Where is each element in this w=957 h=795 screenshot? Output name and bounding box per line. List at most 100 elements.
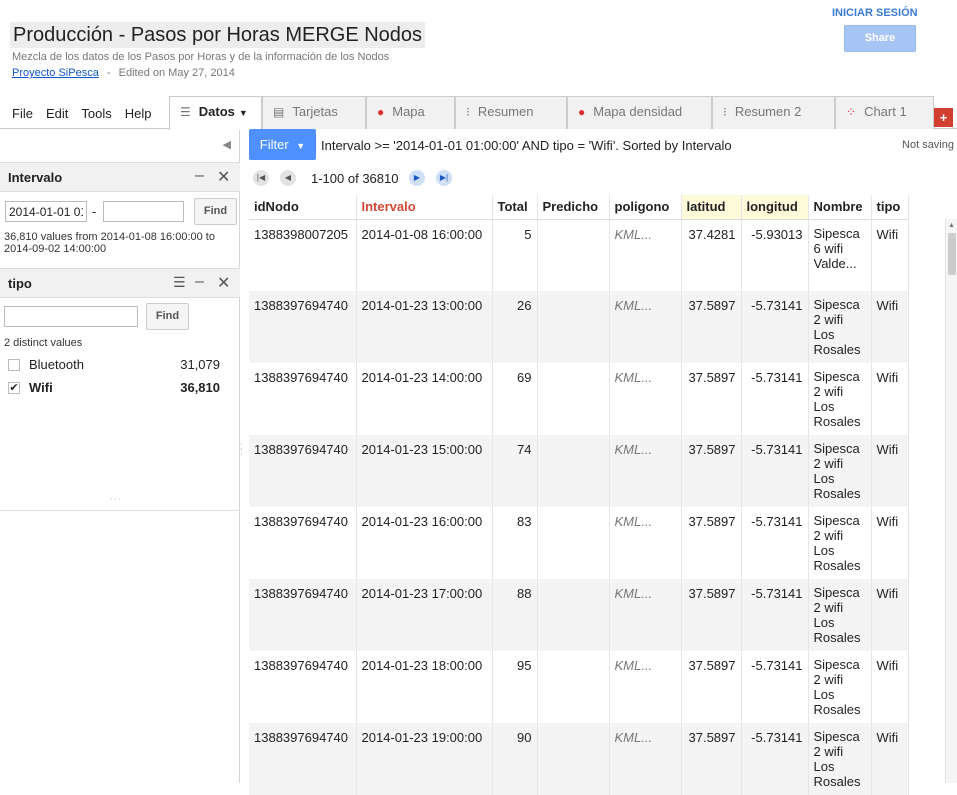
cell-latitud[interactable]: 37.5897 [681, 579, 742, 651]
cell-intervalo[interactable]: 2014-01-23 13:00:00 [356, 291, 493, 363]
cell-longitud[interactable]: -5.73141 [741, 579, 809, 651]
splitter-handle-icon[interactable]: ⁚ ⁚ [240, 443, 243, 457]
table-row[interactable]: 1388397694740 2014-01-23 15:00:00 74 KML...… [249, 435, 909, 507]
cell-total[interactable]: 69 [492, 363, 538, 435]
tipo-find-button[interactable]: Find [146, 303, 189, 330]
signin-link[interactable]: INICIAR SESIÓN [832, 7, 918, 19]
column-header[interactable]: tipo [871, 195, 909, 220]
cell-nombre[interactable]: Sipesca 2 wifi Los Rosales [808, 363, 872, 435]
cell-intervalo[interactable]: 2014-01-23 19:00:00 [356, 723, 493, 795]
cell-total[interactable]: 74 [492, 435, 538, 507]
cell-longitud[interactable]: -5.73141 [741, 723, 809, 795]
cell-longitud[interactable]: -5.73141 [741, 651, 809, 723]
tab-resumen[interactable]: ⁝ Resumen [455, 96, 567, 129]
cell-tipo[interactable]: Wifi [871, 579, 909, 651]
facet-value-bluetooth[interactable]: Bluetooth 31,079 [8, 355, 220, 375]
cell-nombre[interactable]: Sipesca 6 wifi Valde... [808, 219, 872, 291]
column-header[interactable]: Nombre [808, 195, 872, 220]
cell-poligono[interactable]: KML... [609, 363, 682, 435]
cell-predicho[interactable] [537, 363, 610, 435]
cell-poligono[interactable]: KML... [609, 219, 682, 291]
tipo-search-input[interactable] [4, 306, 138, 327]
cell-nombre[interactable]: Sipesca 2 wifi Los Rosales [808, 723, 872, 795]
column-header-sorted[interactable]: Intervalo [356, 195, 493, 220]
share-button[interactable]: Share [844, 25, 916, 52]
table-row[interactable]: 1388397694740 2014-01-23 18:00:00 95 KML...… [249, 651, 909, 723]
cell-tipo[interactable]: Wifi [871, 363, 909, 435]
first-page-icon[interactable]: |◀ [253, 170, 269, 186]
cell-predicho[interactable] [537, 651, 610, 723]
cell-poligono[interactable]: KML... [609, 507, 682, 579]
cell-idnodo[interactable]: 1388397694740 [249, 507, 357, 579]
table-row[interactable]: 1388397694740 2014-01-23 17:00:00 88 KML...… [249, 579, 909, 651]
cell-longitud[interactable]: -5.73141 [741, 363, 809, 435]
cell-latitud[interactable]: 37.5897 [681, 435, 742, 507]
interval-from-input[interactable] [5, 201, 87, 222]
collapse-panel-icon[interactable]: ◀ [223, 138, 231, 151]
menu-file[interactable]: File [12, 106, 33, 121]
cell-nombre[interactable]: Sipesca 2 wifi Los Rosales [808, 507, 872, 579]
cell-total[interactable]: 26 [492, 291, 538, 363]
document-title[interactable]: Producción - Pasos por Horas MERGE Nodos [10, 22, 426, 48]
cell-tipo[interactable]: Wifi [871, 291, 909, 363]
table-row[interactable]: 1388398007205 2014-01-08 16:00:00 5 KML... 3… [249, 219, 909, 291]
cell-predicho[interactable] [537, 579, 610, 651]
resize-handle-icon[interactable]: ˙˙˙ [110, 498, 123, 509]
vertical-scrollbar[interactable]: ▲ [945, 219, 957, 783]
cell-total[interactable]: 90 [492, 723, 538, 795]
menu-edit[interactable]: Edit [46, 106, 68, 121]
cell-latitud[interactable]: 37.4281 [681, 219, 742, 291]
next-page-icon[interactable]: ▶ [409, 170, 425, 186]
menu-tools[interactable]: Tools [81, 106, 111, 121]
column-header[interactable]: Total [492, 195, 538, 220]
project-link[interactable]: Proyecto SiPesca [12, 67, 99, 79]
cell-idnodo[interactable]: 1388397694740 [249, 363, 357, 435]
cell-intervalo[interactable]: 2014-01-23 14:00:00 [356, 363, 493, 435]
tab-mapa-densidad[interactable]: ● Mapa densidad [567, 96, 712, 129]
add-tab-button[interactable]: + [934, 108, 953, 127]
menu-help[interactable]: Help [125, 106, 152, 121]
minimize-icon[interactable]: – [195, 273, 204, 291]
last-page-icon[interactable]: ▶| [436, 170, 452, 186]
cell-latitud[interactable]: 37.5897 [681, 723, 742, 795]
column-header[interactable]: longitud [741, 195, 809, 220]
cell-intervalo[interactable]: 2014-01-08 16:00:00 [356, 219, 493, 291]
cell-predicho[interactable] [537, 435, 610, 507]
cell-intervalo[interactable]: 2014-01-23 18:00:00 [356, 651, 493, 723]
tab-resumen-2[interactable]: ⁝ Resumen 2 [712, 96, 835, 129]
cell-nombre[interactable]: Sipesca 2 wifi Los Rosales [808, 435, 872, 507]
cell-predicho[interactable] [537, 219, 610, 291]
cell-latitud[interactable]: 37.5897 [681, 291, 742, 363]
column-header[interactable]: latitud [681, 195, 742, 220]
cell-predicho[interactable] [537, 291, 610, 363]
table-row[interactable]: 1388397694740 2014-01-23 14:00:00 69 KML...… [249, 363, 909, 435]
cell-poligono[interactable]: KML... [609, 723, 682, 795]
cell-poligono[interactable]: KML... [609, 291, 682, 363]
tab-mapa[interactable]: ● Mapa [366, 96, 455, 129]
cell-longitud[interactable]: -5.73141 [741, 435, 809, 507]
cell-nombre[interactable]: Sipesca 2 wifi Los Rosales [808, 579, 872, 651]
cell-poligono[interactable]: KML... [609, 579, 682, 651]
column-header[interactable]: idNodo [249, 195, 357, 220]
scroll-up-icon[interactable]: ▲ [948, 222, 955, 229]
menu-icon[interactable]: ☰ [173, 274, 186, 291]
prev-page-icon[interactable]: ◀ [280, 170, 296, 186]
cell-intervalo[interactable]: 2014-01-23 17:00:00 [356, 579, 493, 651]
close-icon[interactable]: ✕ [217, 167, 230, 187]
cell-tipo[interactable]: Wifi [871, 507, 909, 579]
table-row[interactable]: 1388397694740 2014-01-23 19:00:00 90 KML...… [249, 723, 909, 795]
cell-longitud[interactable]: -5.73141 [741, 291, 809, 363]
tab-tarjetas[interactable]: ▤ Tarjetas [262, 96, 366, 129]
checkbox-checked[interactable]: ✔ [8, 382, 20, 394]
tab-datos[interactable]: ☰ Datos ▼ [169, 96, 262, 130]
cell-total[interactable]: 88 [492, 579, 538, 651]
cell-latitud[interactable]: 37.5897 [681, 507, 742, 579]
cell-idnodo[interactable]: 1388397694740 [249, 579, 357, 651]
cell-nombre[interactable]: Sipesca 2 wifi Los Rosales [808, 291, 872, 363]
cell-tipo[interactable]: Wifi [871, 219, 909, 291]
tab-chart-1[interactable]: ⁘ Chart 1 [835, 96, 934, 129]
cell-predicho[interactable] [537, 723, 610, 795]
cell-nombre[interactable]: Sipesca 2 wifi Los Rosales [808, 651, 872, 723]
cell-intervalo[interactable]: 2014-01-23 16:00:00 [356, 507, 493, 579]
cell-longitud[interactable]: -5.93013 [741, 219, 809, 291]
